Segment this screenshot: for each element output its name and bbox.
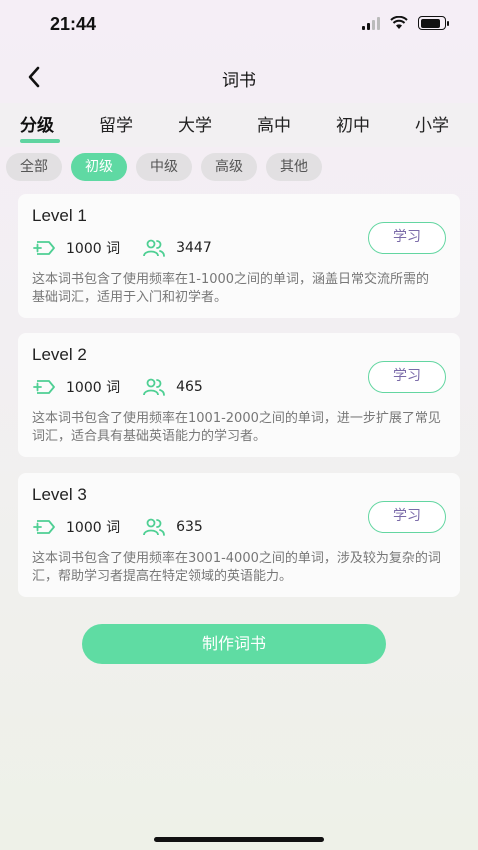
book-title: Level 3 [32, 485, 87, 504]
book-description: 这本词书包含了使用频率在3001-4000之间的单词，涉及较为复杂的词汇，帮助学… [32, 551, 441, 584]
book-title: Level 1 [32, 206, 87, 225]
create-wordbook-button[interactable]: 制作词书 [82, 624, 386, 664]
book-stats: 1000 词 3447 [32, 238, 212, 258]
word-tag-icon [33, 241, 55, 255]
active-tab-indicator [20, 139, 60, 143]
page-title: 词书 [222, 71, 256, 91]
tab-study-abroad[interactable]: 留学 [99, 111, 133, 136]
book-description: 这本词书包含了使用频率在1-1000之间的单词，涵盖日常交流所需的基础词汇，适用… [32, 272, 430, 305]
status-icons [362, 16, 449, 30]
battery-level [420, 18, 441, 28]
book-card[interactable]: Level 2 1000 词 465 学习 这本词书包含了使用频率在1001-2… [18, 333, 460, 457]
filter-beginner[interactable]: 初级 [71, 153, 127, 181]
word-tag-icon [33, 520, 55, 534]
users-icon [143, 239, 165, 257]
book-stats: 1000 词 635 [32, 517, 203, 537]
users-icon [143, 518, 165, 536]
category-tabs: 分级 留学 大学 高中 初中 小学 [0, 103, 478, 147]
book-stats: 1000 词 465 [32, 377, 203, 397]
tab-university[interactable]: 大学 [178, 111, 212, 136]
learner-count: 635 [176, 519, 203, 535]
tab-graded[interactable]: 分级 [20, 111, 54, 136]
home-indicator[interactable] [154, 837, 324, 842]
battery-icon [418, 16, 449, 30]
study-button[interactable]: 学习 [368, 222, 446, 254]
word-count: 1000 词 [66, 380, 121, 396]
level-filter: 全部 初级 中级 高级 其他 [6, 153, 322, 181]
book-description: 这本词书包含了使用频率在1001-2000之间的单词，进一步扩展了常见词汇，适合… [32, 411, 441, 444]
word-count: 1000 词 [66, 241, 121, 257]
status-bar: 21:44 [0, 0, 478, 52]
status-time: 21:44 [50, 14, 97, 34]
book-title: Level 2 [32, 345, 87, 364]
word-tag-icon [33, 380, 55, 394]
study-button[interactable]: 学习 [368, 361, 446, 393]
users-icon [143, 378, 165, 396]
filter-all[interactable]: 全部 [6, 153, 62, 181]
filter-other[interactable]: 其他 [266, 153, 322, 181]
book-card[interactable]: Level 3 1000 词 635 学习 这本词书包含了使用频率在3001-4… [18, 473, 460, 597]
wifi-icon [390, 16, 408, 29]
signal-icon [362, 16, 380, 30]
tab-primary-school[interactable]: 小学 [415, 111, 449, 136]
learner-count: 465 [176, 379, 203, 395]
learner-count: 3447 [176, 240, 212, 256]
word-count: 1000 词 [66, 520, 121, 536]
filter-intermediate[interactable]: 中级 [136, 153, 192, 181]
nav-bar: 词书 [0, 52, 478, 102]
book-card[interactable]: Level 1 1000 词 3447 学习 这本词书包含了使用频率在1-100… [18, 194, 460, 318]
tab-middle-school[interactable]: 初中 [336, 111, 370, 136]
study-button[interactable]: 学习 [368, 501, 446, 533]
tab-high-school[interactable]: 高中 [257, 111, 291, 136]
filter-advanced[interactable]: 高级 [201, 153, 257, 181]
